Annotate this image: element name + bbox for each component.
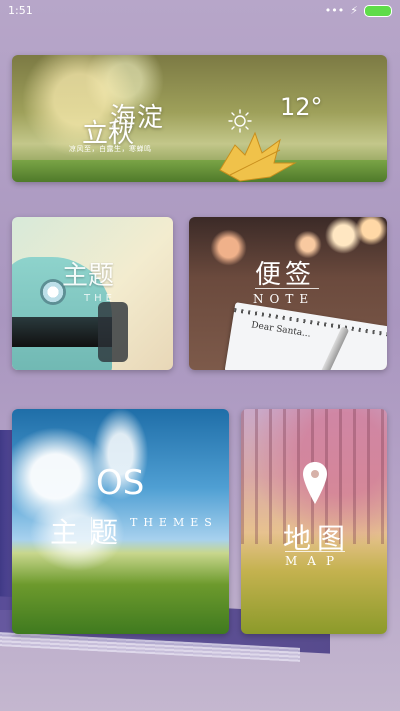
status-time: 1:51 <box>8 4 33 17</box>
car-card-sub: THE <box>84 293 116 304</box>
note-card[interactable]: Dear Santa... 便签 NOTE <box>189 217 387 370</box>
map-card-divider <box>285 551 345 552</box>
car-rear-image <box>98 302 128 362</box>
note-card-label: 便签 <box>255 260 316 290</box>
themes-card-divider <box>91 517 92 545</box>
car-card-label: 主题 <box>62 261 115 291</box>
charging-icon: ⚡ <box>350 4 358 17</box>
themes-card[interactable]: OS 主题 THEMES <box>12 409 229 634</box>
weather-description: 凉风至，白露生，寒蝉鸣 <box>69 145 152 153</box>
status-icons: ••• ⚡ <box>325 4 392 17</box>
map-pin-icon <box>303 462 327 504</box>
car-bumper-image <box>12 317 112 347</box>
map-card[interactable]: 地图 MAP <box>241 409 387 634</box>
note-card-sub: NOTE <box>253 292 315 306</box>
weather-temperature: 12° <box>280 93 323 121</box>
dots-icon: ••• <box>324 4 345 17</box>
note-card-divider <box>255 288 319 289</box>
weather-widget[interactable]: 海淀 立秋 凉风至，白露生，寒蝉鸣 12° <box>12 55 387 182</box>
battery-icon <box>364 4 392 17</box>
car-theme-card[interactable]: 主题 THE <box>12 217 173 370</box>
themes-card-title: OS <box>96 463 145 503</box>
map-card-sub: MAP <box>285 554 345 568</box>
status-bar: 1:51 ••• ⚡ <box>0 0 400 22</box>
themes-card-sub: THEMES <box>130 516 218 529</box>
maple-leaf-image <box>219 131 297 182</box>
themes-card-label: 主题 <box>50 516 131 549</box>
